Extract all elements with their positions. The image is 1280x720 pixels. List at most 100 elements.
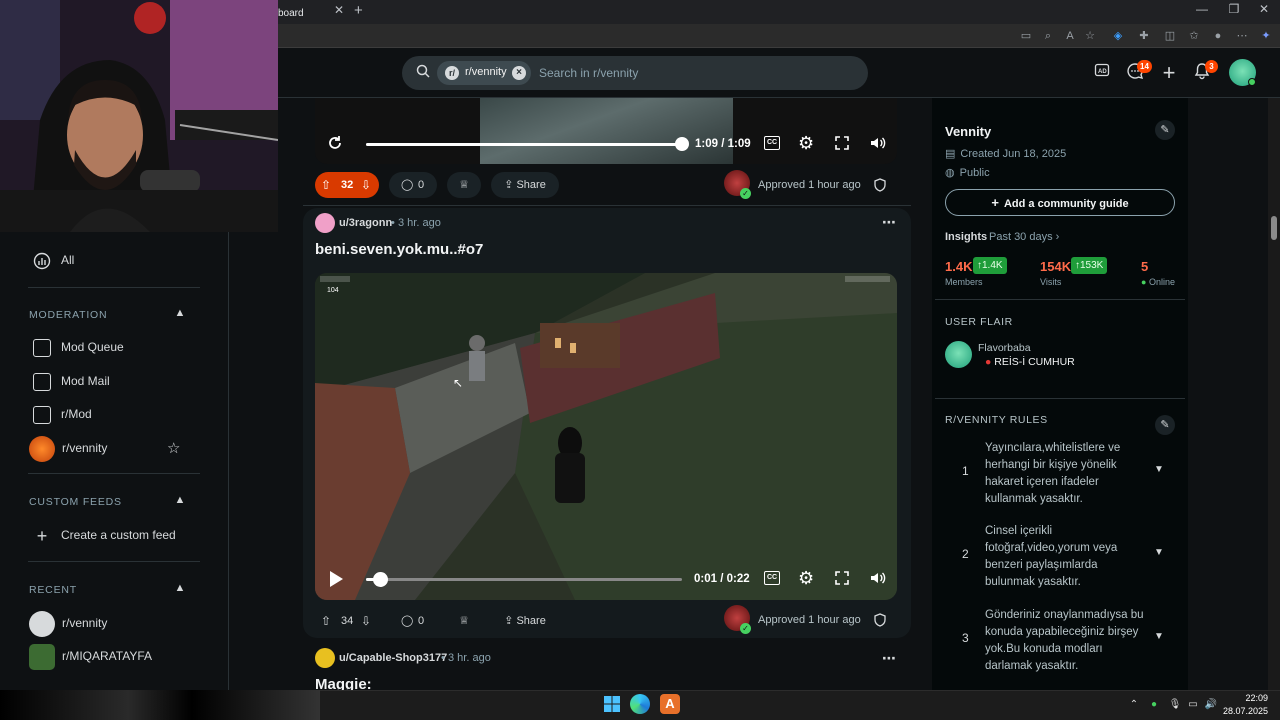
upvote-icon[interactable]: ⇧ [321,608,331,634]
sidebar-item-all[interactable]: All [33,249,74,271]
more-options-icon[interactable]: ⋯ [1234,28,1250,44]
chevron-up-icon[interactable]: ▲ [173,494,187,508]
close-window-button[interactable]: ✕ [1254,2,1274,20]
post2-share-button[interactable]: ⇪ Share [491,608,559,634]
windows-start-icon[interactable] [602,694,622,714]
favorite-icon[interactable]: ☆ [1082,28,1098,44]
extension-icon[interactable]: ◈ [1110,28,1126,44]
captions-icon[interactable]: CC [764,571,780,585]
post3-more-options-icon[interactable]: ⋯ [882,650,896,667]
network-icon[interactable]: ▭ [1186,698,1200,712]
microphone-icon[interactable]: 🎙 [1168,698,1182,712]
edge-browser-icon[interactable] [630,694,650,714]
post3-username[interactable]: u/Capable-Shop3177 [339,652,447,664]
rule-item[interactable]: 3 Gönderiniz onaylanmadıysa bu konuda ya… [945,605,1175,677]
profile-icon[interactable]: ● [1210,28,1226,44]
chevron-up-icon[interactable]: ▲ [173,307,187,321]
minimize-button[interactable]: — [1192,2,1212,20]
edit-pencil-icon[interactable]: ✎ [1155,120,1175,140]
speaker-icon[interactable]: 🔊 [1204,698,1218,712]
post1-video[interactable] [315,98,897,164]
chevron-up-icon[interactable]: ▲ [173,582,187,596]
new-tab-button[interactable]: + [354,2,368,20]
sidebar-item-recent-vennity[interactable]: r/vennity [29,611,107,637]
chevron-down-icon[interactable]: ▼ [1154,631,1164,642]
settings-gear-icon[interactable]: ⚙ [798,133,814,154]
insights-range[interactable]: Past 30 days › [989,231,1059,243]
zoom-icon[interactable]: ⌕ [1040,28,1056,44]
post2-progress-knob[interactable] [372,572,388,587]
online-label: Online [1148,277,1175,287]
sidebar-item-mod-mail[interactable]: Mod Mail [33,370,110,392]
replay-icon[interactable] [326,134,344,152]
post1-progress-knob[interactable] [675,137,689,151]
post2-progress-track[interactable] [366,578,682,581]
search-input[interactable] [539,64,859,82]
scrollbar-thumb[interactable] [1271,216,1277,240]
restore-button[interactable]: ❐ [1224,2,1244,20]
post2-username[interactable]: u/3ragonn [339,217,392,229]
chevron-down-icon[interactable]: ▼ [1154,464,1164,475]
flair-tag[interactable]: ● REİS-İ CUMHUR [985,356,1075,368]
advertise-icon[interactable]: AD [1091,62,1113,84]
volume-icon[interactable] [869,134,887,152]
online-dot-icon: ● [1141,277,1147,287]
app-a-icon[interactable]: A [660,694,680,714]
extensions-icon[interactable]: ✚ [1136,28,1152,44]
members-change-badge: ↑1.4K [973,257,1007,274]
recent-section-label[interactable]: RECENT [29,584,77,596]
downvote-icon[interactable]: ⇩ [361,172,371,198]
read-aloud-icon[interactable]: A [1062,28,1078,44]
taskbar-date[interactable]: 28.07.2025 [1222,706,1268,716]
post2-award-button[interactable]: ♕ [447,608,481,634]
create-post-icon[interactable]: + [1158,62,1180,84]
post2-title[interactable]: beni.seven.yok.mu..#o7 [315,241,483,258]
post1-award-button[interactable]: ♕ [447,172,481,198]
custom-feeds-section-label[interactable]: CUSTOM FEEDS [29,496,122,508]
fullscreen-icon[interactable] [834,135,850,151]
tray-status-icon[interactable]: ● [1147,698,1161,712]
favorite-star-icon[interactable]: ☆ [167,439,183,457]
sidebar-item-r-mod[interactable]: r/Mod [33,403,92,425]
create-custom-feed-button[interactable]: + Create a custom feed [33,524,176,546]
tray-chevron-icon[interactable]: ⌃ [1127,698,1141,712]
reader-icon[interactable]: ▭ [1018,28,1034,44]
post2-more-options-icon[interactable]: ⋯ [882,214,896,231]
copilot-icon[interactable]: ✦ [1258,28,1274,44]
split-screen-icon[interactable]: ◫ [1162,28,1178,44]
tab-close-icon[interactable]: ✕ [334,3,348,19]
add-community-guide-button[interactable]: + Add a community guide [945,189,1175,216]
captions-icon[interactable]: CC [764,136,780,150]
post1-comments-button[interactable]: ◯ 0 [389,172,437,198]
chevron-down-icon[interactable]: ▼ [1154,547,1164,558]
shield-icon[interactable] [873,178,887,192]
remove-chip-icon[interactable]: × [512,66,526,80]
shield-icon[interactable] [873,613,887,627]
sidebar-item-r-vennity[interactable]: r/vennity [29,436,107,462]
play-icon[interactable] [327,570,345,588]
post-divider [303,205,911,206]
rule-item[interactable]: 2 Cinsel içerikli fotoğraf,video,yorum v… [945,521,1175,593]
upvote-icon[interactable]: ⇧ [321,172,331,198]
sidebar-item-mod-queue[interactable]: Mod Queue [33,336,124,358]
taskbar-time[interactable]: 22:09 [1228,693,1268,703]
rule-item[interactable]: 1 Yayıncılara,whitelistlere ve herhangi … [945,438,1175,510]
moderation-section-label[interactable]: MODERATION [29,309,107,321]
favorites-icon[interactable]: ✩ [1186,28,1202,44]
edit-pencil-icon[interactable]: ✎ [1155,415,1175,435]
rule-text: Cinsel içerikli fotoğraf,video,yorum vey… [985,525,1118,588]
page-scrollbar[interactable] [1268,98,1280,690]
svg-text:AD: AD [1098,69,1107,75]
comment-icon: ◯ [401,179,414,191]
volume-icon[interactable] [869,569,887,587]
downvote-icon[interactable]: ⇩ [361,608,371,634]
post2-user-avatar[interactable] [315,213,335,233]
settings-gear-icon[interactable]: ⚙ [798,568,814,589]
post1-share-button[interactable]: ⇪ Share [491,172,559,198]
post2-video[interactable]: 104 [315,273,897,600]
post2-comments-button[interactable]: ◯ 0 [389,608,437,634]
post1-progress-track[interactable] [366,143,682,146]
fullscreen-icon[interactable] [834,570,850,586]
sidebar-item-recent-miqaratayfa[interactable]: r/MIQARATAYFA [29,644,152,670]
post3-user-avatar[interactable] [315,648,335,668]
